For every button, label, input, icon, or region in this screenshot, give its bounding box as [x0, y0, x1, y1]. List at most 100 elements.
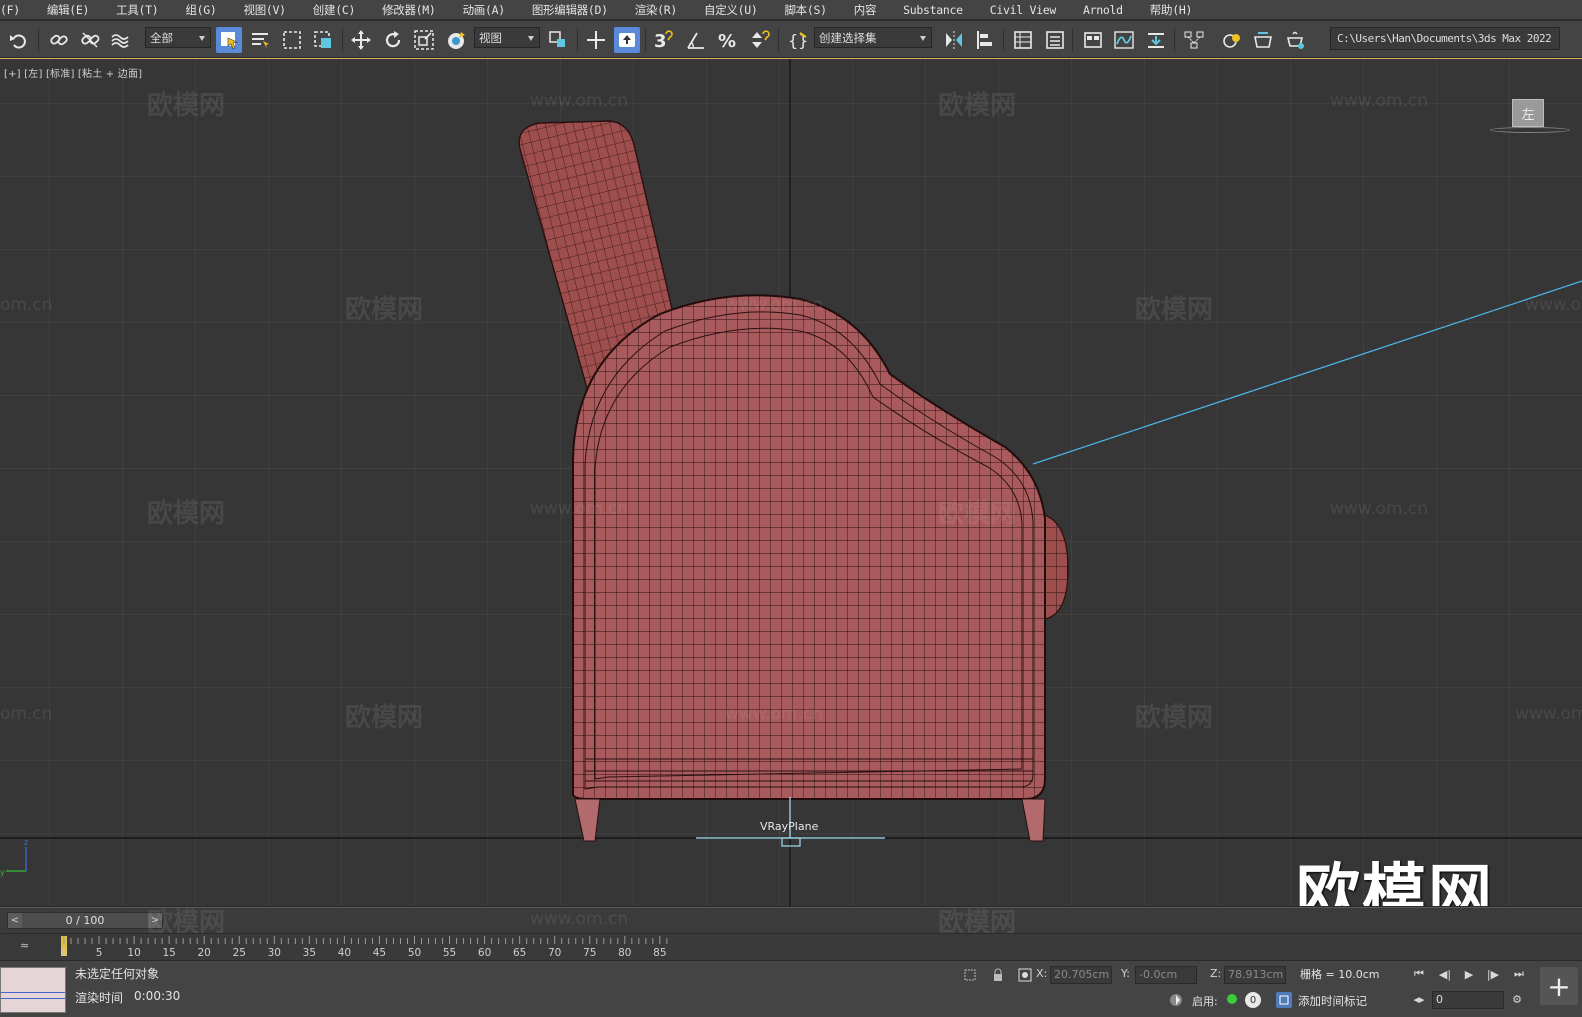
- menu-item[interactable]: (F): [0, 3, 29, 17]
- scale-icon[interactable]: [411, 27, 437, 53]
- view-cube[interactable]: 左: [1512, 99, 1544, 127]
- time-config-icon[interactable]: ⚙: [1508, 991, 1526, 1007]
- goto-start-icon[interactable]: ⏮: [1410, 966, 1428, 982]
- menu-item[interactable]: 工具(T): [98, 2, 167, 18]
- ruler-tick-label: 30: [268, 947, 281, 959]
- isolate-selection-icon[interactable]: [962, 967, 978, 983]
- render-time-label: 渲染时间: [75, 991, 124, 1005]
- curve-editor-mini-icon[interactable]: ≈: [20, 939, 29, 952]
- watermark: 欧模网: [938, 499, 1017, 529]
- x-coordinate-field[interactable]: 20.705cm: [1050, 966, 1112, 984]
- menu-item[interactable]: 动画(A): [445, 2, 514, 18]
- svg-text:3: 3: [654, 31, 667, 51]
- maxscript-listener-mini[interactable]: [0, 967, 66, 1013]
- dope-sheet-icon[interactable]: [1143, 27, 1169, 53]
- menu-item[interactable]: 帮助(H): [1132, 2, 1201, 18]
- ruler-tick-label: 5: [96, 947, 103, 959]
- mirror-icon[interactable]: [941, 27, 967, 53]
- reference-coordinate-dropdown[interactable]: 视图: [474, 27, 540, 48]
- menu-item[interactable]: Substance: [885, 3, 972, 17]
- menu-item[interactable]: 渲染(R): [617, 2, 686, 18]
- menu-item[interactable]: 脚本(S): [766, 2, 835, 18]
- menu-item[interactable]: 创建(C): [295, 2, 364, 18]
- watermark: 欧模网: [1135, 295, 1214, 325]
- rotate-icon[interactable]: [380, 27, 406, 53]
- enable-status-dot[interactable]: [1227, 994, 1237, 1004]
- goto-end-icon[interactable]: ⏭: [1510, 966, 1528, 982]
- time-slider[interactable]: < 0 / 100 >: [7, 912, 163, 929]
- menu-item[interactable]: 组(G): [167, 2, 225, 18]
- play-icon[interactable]: ▶: [1460, 966, 1478, 982]
- align-icon[interactable]: [973, 27, 999, 53]
- schematic-icon[interactable]: [1181, 27, 1207, 53]
- percent-snap-icon[interactable]: %: [715, 27, 741, 53]
- key-filter-icon[interactable]: 0: [1245, 992, 1261, 1008]
- x-label: X:: [1036, 967, 1048, 980]
- watermark: 欧模网: [147, 91, 226, 121]
- angle-snap-icon[interactable]: [683, 27, 709, 53]
- move-icon[interactable]: [348, 27, 374, 53]
- left-viewport[interactable]: z y [+] [左] [标准] [粘土 + 边面] 欧模网 www.om.cn…: [0, 58, 1582, 906]
- menu-item[interactable]: 图形编辑器(D): [514, 2, 617, 18]
- view-cube-ring[interactable]: [1490, 127, 1570, 133]
- current-frame-field[interactable]: 0: [1432, 991, 1504, 1009]
- absolute-mode-icon[interactable]: [1017, 967, 1033, 983]
- named-selection-dropdown[interactable]: 创建选择集: [814, 27, 932, 48]
- menu-item[interactable]: 内容: [836, 2, 885, 18]
- pivot-icon[interactable]: [545, 27, 571, 53]
- placement-icon[interactable]: [443, 27, 469, 53]
- viewport-label[interactable]: [+] [左] [标准] [粘土 + 边面]: [4, 65, 142, 80]
- toggle-layer-icon[interactable]: [1042, 27, 1068, 53]
- menu-item[interactable]: Arnold: [1065, 3, 1132, 17]
- z-coordinate-field[interactable]: 78.913cm: [1224, 966, 1286, 984]
- bind-spacewarp-icon[interactable]: [108, 27, 134, 53]
- z-label: Z:: [1210, 967, 1222, 980]
- ruler-tick-label: 20: [198, 947, 211, 959]
- previous-frame-icon[interactable]: ◀|: [1436, 966, 1454, 982]
- watermark: 欧模网: [1135, 703, 1214, 733]
- ruler-tick-label: 40: [338, 947, 351, 959]
- menu-item[interactable]: Civil View: [972, 3, 1065, 17]
- menu-item[interactable]: 编辑(E): [29, 2, 98, 18]
- render-icon[interactable]: [1282, 27, 1308, 53]
- select-by-name-icon[interactable]: [247, 27, 273, 53]
- layer-explorer-icon[interactable]: [1010, 27, 1036, 53]
- select-manipulate-icon[interactable]: [583, 27, 609, 53]
- project-path-field[interactable]: C:\Users\Han\Documents\3ds Max 2022: [1330, 27, 1560, 50]
- track-bar[interactable]: ≈0 5 10 15 20 25 30 35 40 45 50 55 60 65 70 75 80 85: [0, 933, 1582, 960]
- adaptive-degradation-icon[interactable]: [1168, 992, 1184, 1008]
- time-tag-icon[interactable]: [1276, 992, 1292, 1008]
- ruler-tick-label: 75: [583, 947, 596, 959]
- menu-item[interactable]: 自定义(U): [686, 2, 766, 18]
- window-crossing-icon[interactable]: [310, 27, 336, 53]
- undo-icon[interactable]: [6, 27, 32, 53]
- chevron-left-icon[interactable]: <: [8, 913, 22, 928]
- unlink-icon[interactable]: [77, 27, 103, 53]
- vrayplane-label: VRayPlane: [760, 820, 819, 833]
- add-time-tag[interactable]: 添加时间标记: [1298, 993, 1367, 1009]
- material-editor-icon[interactable]: [1219, 27, 1245, 53]
- rect-region-icon[interactable]: [279, 27, 305, 53]
- menu-item[interactable]: 视图(V): [226, 2, 295, 18]
- key-mode-icon[interactable]: ◂▸: [1410, 991, 1428, 1007]
- curve-editor-icon[interactable]: [1111, 27, 1137, 53]
- svg-text:{}: {}: [788, 31, 808, 50]
- selection-status: 未选定任何对象: [75, 967, 160, 981]
- watermark-url: www.om.cn: [530, 91, 629, 111]
- lock-icon[interactable]: [990, 967, 1006, 983]
- ruler-tick-label: 65: [513, 947, 526, 959]
- render-setup-icon[interactable]: [1250, 27, 1276, 53]
- menu-item[interactable]: 修改器(M): [364, 2, 444, 18]
- next-frame-icon[interactable]: |▶: [1484, 966, 1502, 982]
- keyboard-shortcut-override-icon[interactable]: [614, 27, 640, 53]
- watermark-url: www.om.cn: [530, 499, 629, 519]
- ribbon-icon[interactable]: [1080, 27, 1106, 53]
- y-coordinate-field[interactable]: -0.0cm: [1135, 966, 1197, 984]
- edit-named-sets-icon[interactable]: {}: [784, 27, 810, 53]
- link-icon[interactable]: [46, 27, 72, 53]
- select-object-icon[interactable]: [216, 27, 242, 53]
- add-icon[interactable]: +: [1540, 967, 1578, 1005]
- spinner-snap-icon[interactable]: [746, 27, 772, 53]
- selection-filter-dropdown[interactable]: 全部: [145, 27, 211, 48]
- snap-3-icon[interactable]: 3: [650, 27, 676, 53]
